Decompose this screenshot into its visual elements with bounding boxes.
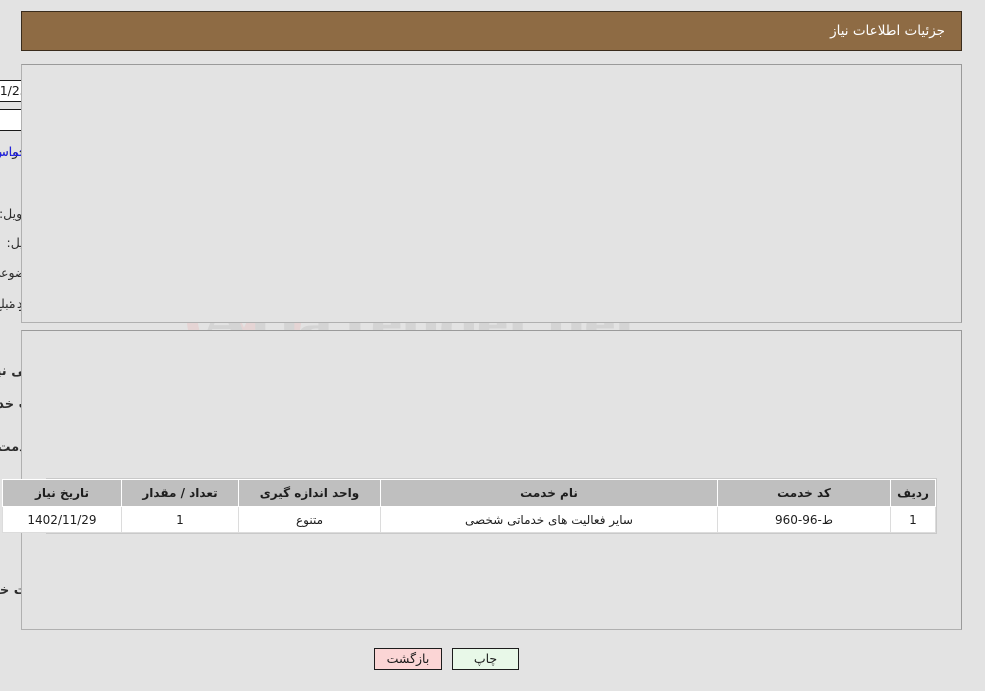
page-header: جزئیات اطلاعات نیاز — [22, 11, 963, 51]
col-header-date: تاریخ نیاز — [3, 479, 123, 507]
need-info-panel — [22, 64, 963, 323]
page-title: جزئیات اطلاعات نیاز — [831, 23, 946, 39]
table-row: 1 ط-96-960 سایر فعالیت های خدماتی شخصی م… — [3, 506, 937, 533]
col-header-code: کد خدمت — [718, 479, 892, 507]
services-table-wrapper: ردیف کد خدمت نام خدمت واحد اندازه گیری ت… — [3, 478, 938, 534]
col-header-radif: ردیف — [891, 479, 937, 507]
cell-code: ط-96-960 — [718, 506, 892, 533]
cell-radif: 1 — [891, 506, 937, 533]
services-table: ردیف کد خدمت نام خدمت واحد اندازه گیری ت… — [3, 479, 937, 533]
print-button[interactable]: چاپ — [453, 648, 520, 670]
cell-name: سایر فعالیت های خدماتی شخصی — [381, 506, 719, 533]
cell-unit: متنوع — [239, 506, 382, 533]
table-header-row: ردیف کد خدمت نام خدمت واحد اندازه گیری ت… — [3, 479, 937, 507]
col-header-unit: واحد اندازه گیری — [239, 479, 382, 507]
col-header-qty: تعداد / مقدار — [122, 479, 240, 507]
back-button[interactable]: بازگشت — [375, 648, 443, 670]
col-header-name: نام خدمت — [381, 479, 719, 507]
cell-date: 1402/11/29 — [3, 506, 123, 533]
cell-qty: 1 — [122, 506, 240, 533]
